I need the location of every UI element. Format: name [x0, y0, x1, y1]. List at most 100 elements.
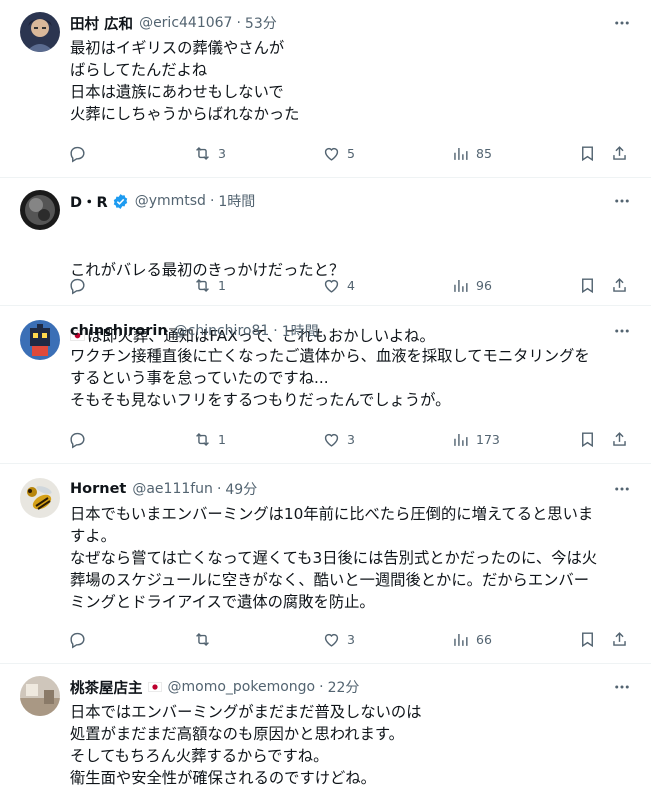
- share-button[interactable]: [610, 142, 629, 164]
- display-name[interactable]: 桃茶屋店主: [70, 677, 143, 698]
- verified-badge-icon: [112, 193, 129, 210]
- bookmark-button[interactable]: [578, 628, 597, 650]
- more-options-icon[interactable]: [613, 14, 631, 32]
- heart-icon: [324, 633, 339, 647]
- display-name[interactable]: chinchirorin: [70, 323, 168, 339]
- like-button[interactable]: 4: [322, 274, 355, 296]
- bookmark-icon: [582, 277, 593, 293]
- retweet-icon: [196, 432, 209, 446]
- tweet[interactable]: D・R @ymmtsd · 1時間 これがバレる最初のきっかけだったと？ は即火…: [0, 178, 651, 345]
- timestamp[interactable]: 53分: [245, 13, 277, 33]
- dark-sphere-avatar-icon: [20, 190, 60, 230]
- like-count: 3: [347, 631, 355, 647]
- tweet[interactable]: Hornet @ae111fun · 49分 日本でもいまエンバーミングは10年…: [0, 464, 651, 664]
- views-button[interactable]: 96: [451, 274, 492, 296]
- views-button[interactable]: 85: [451, 142, 492, 164]
- display-name[interactable]: 田村 広和: [70, 13, 133, 34]
- retweet-button[interactable]: [193, 628, 218, 650]
- retweet-button[interactable]: 3: [193, 142, 226, 164]
- share-button[interactable]: [610, 628, 629, 650]
- share-icon: [613, 431, 626, 446]
- tweet[interactable]: 田村 広和 @eric441067 · 53分 最初はイギリスの葬儀やさんが ば…: [0, 0, 651, 178]
- timestamp[interactable]: 1時間: [282, 321, 319, 341]
- heart-icon: [324, 279, 339, 293]
- retweet-count: 1: [218, 431, 226, 447]
- heart-icon: [324, 433, 339, 447]
- analytics-icon: [454, 279, 468, 292]
- timestamp[interactable]: 1時間: [218, 191, 255, 211]
- bookmark-button[interactable]: [578, 428, 597, 450]
- separator-dot: ·: [273, 323, 278, 339]
- share-button[interactable]: [610, 428, 629, 450]
- reply-button[interactable]: [68, 628, 93, 650]
- analytics-icon: [454, 147, 468, 160]
- views-button[interactable]: 173: [451, 428, 500, 450]
- bookmark-button[interactable]: [578, 142, 597, 164]
- reply-button[interactable]: [68, 274, 93, 296]
- avatar[interactable]: [20, 478, 60, 518]
- tweet-actions: 3 5 85: [68, 142, 634, 164]
- retweet-count: 1: [218, 277, 226, 293]
- tweet-actions: 3 66: [68, 628, 634, 650]
- view-count: 96: [476, 277, 492, 293]
- reply-feed: 田村 広和 @eric441067 · 53分 最初はイギリスの葬儀やさんが ば…: [0, 0, 651, 800]
- retweet-icon: [196, 146, 209, 160]
- share-icon: [613, 277, 626, 292]
- retweet-button[interactable]: 1: [193, 274, 226, 296]
- view-count: 66: [476, 631, 492, 647]
- hornet-avatar-icon: [20, 478, 60, 518]
- display-name[interactable]: D・R: [70, 191, 108, 212]
- retweet-count: 3: [218, 145, 226, 161]
- anime-character-avatar-icon: [20, 12, 60, 52]
- more-options-icon[interactable]: [613, 678, 631, 696]
- avatar[interactable]: [20, 190, 60, 230]
- user-handle[interactable]: @eric441067: [139, 15, 232, 31]
- tweet-text: 日本でもいまエンバーミングは10年前に比べたら圧倒的に増えてると思いま すよ。 …: [70, 505, 598, 611]
- tweet[interactable]: chinchirorin @chinchiro81 · 1時間 ワクチン接種直後…: [0, 306, 651, 464]
- separator-dot: ·: [236, 15, 241, 31]
- user-handle[interactable]: @momo_pokemongo: [168, 679, 316, 695]
- bookmark-icon: [582, 631, 593, 647]
- tweet-actions: 1 3 173: [68, 428, 634, 450]
- tweet-header: 田村 広和 @eric441067 · 53分: [70, 13, 277, 33]
- like-button[interactable]: 3: [322, 628, 355, 650]
- avatar[interactable]: [20, 676, 60, 716]
- views-button[interactable]: 66: [451, 628, 492, 650]
- user-handle[interactable]: @chinchiro81: [174, 323, 270, 339]
- bookmark-button[interactable]: [578, 274, 597, 296]
- tweet[interactable]: 桃茶屋店主 @momo_pokemongo · 22分 日本ではエンバーミングが…: [0, 664, 651, 800]
- reply-icon: [70, 146, 85, 162]
- avatar[interactable]: [20, 12, 60, 52]
- retweet-button[interactable]: 1: [193, 428, 226, 450]
- timestamp[interactable]: 49分: [225, 479, 257, 499]
- japan-flag-icon: [147, 680, 162, 694]
- more-options-icon[interactable]: [613, 480, 631, 498]
- tweet-header: D・R @ymmtsd · 1時間: [70, 191, 255, 211]
- timestamp[interactable]: 22分: [328, 677, 360, 697]
- retweet-icon: [196, 278, 209, 292]
- tweet-header: chinchirorin @chinchiro81 · 1時間: [70, 321, 319, 341]
- tweet-text: 日本ではエンバーミングがまだまだ普及しないのは 処置がまだまだ高額なのも原因かと…: [70, 703, 422, 787]
- share-button[interactable]: [610, 274, 629, 296]
- user-handle[interactable]: @ae111fun: [132, 481, 213, 497]
- avatar[interactable]: [20, 320, 60, 360]
- like-button[interactable]: 5: [322, 142, 355, 164]
- retweet-icon: [196, 632, 209, 646]
- more-options-icon[interactable]: [613, 192, 631, 210]
- tweet-text: ワクチン接種直後に亡くなったご遺体から、血液を採取してモニタリングを するという…: [70, 347, 590, 409]
- view-count: 173: [476, 431, 500, 447]
- tweet-header: Hornet @ae111fun · 49分: [70, 479, 257, 499]
- display-name[interactable]: Hornet: [70, 481, 126, 497]
- room-photo-avatar-icon: [20, 676, 60, 716]
- reply-button[interactable]: [68, 428, 93, 450]
- reply-button[interactable]: [68, 142, 93, 164]
- view-count: 85: [476, 145, 492, 161]
- more-options-icon[interactable]: [613, 322, 631, 340]
- like-count: 3: [347, 431, 355, 447]
- tweet-header: 桃茶屋店主 @momo_pokemongo · 22分: [70, 677, 359, 697]
- user-handle[interactable]: @ymmtsd: [135, 193, 206, 209]
- separator-dot: ·: [216, 481, 222, 497]
- like-button[interactable]: 3: [322, 428, 355, 450]
- reply-icon: [70, 632, 85, 648]
- separator-dot: ·: [209, 193, 215, 209]
